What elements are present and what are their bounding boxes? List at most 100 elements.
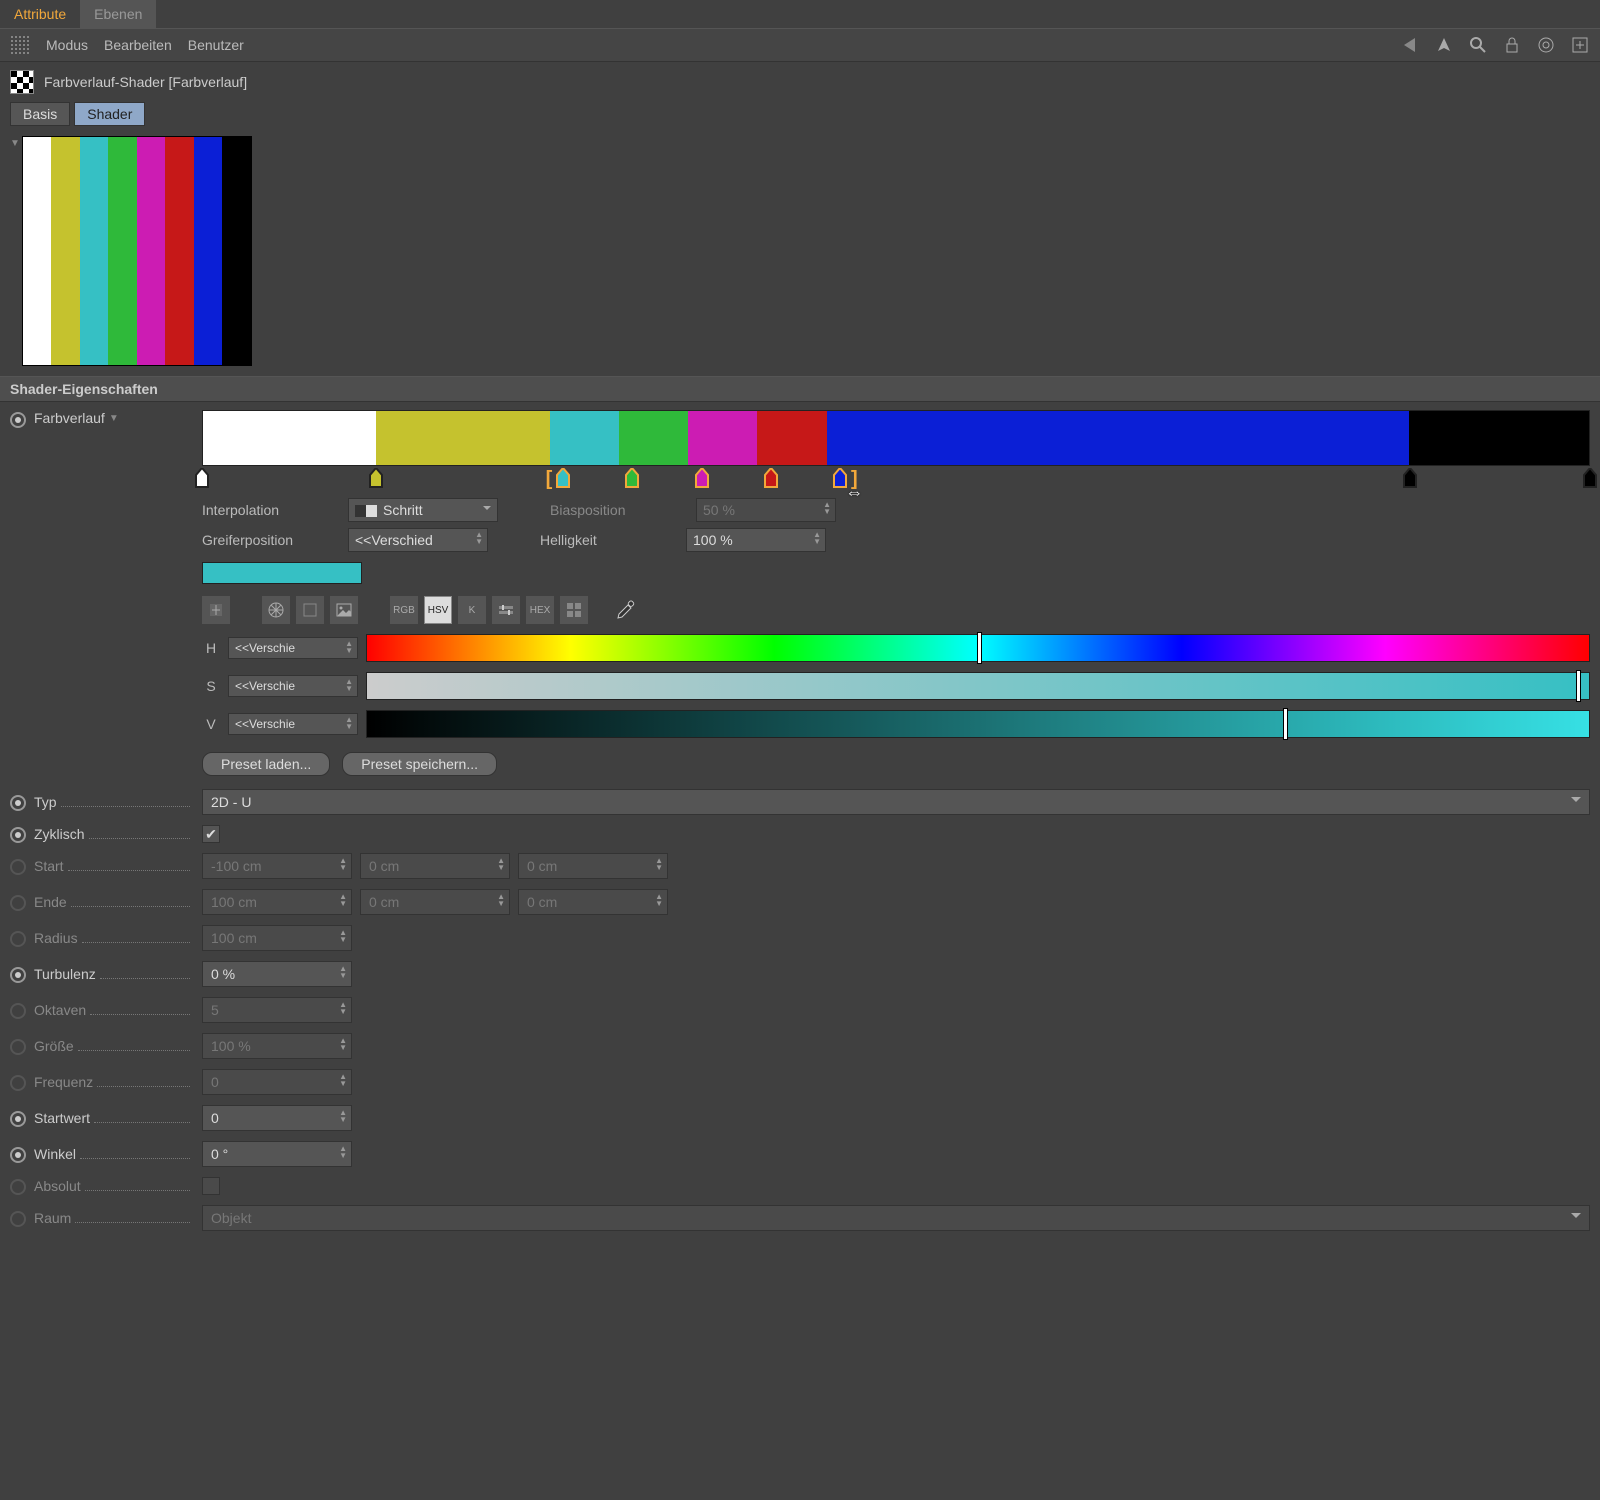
label-frequenz: Frequenz (34, 1074, 93, 1090)
btn-preset-load[interactable]: Preset laden... (202, 752, 330, 776)
label-zyklisch: Zyklisch (34, 826, 85, 842)
field-ende-x: 100 cm▲▼ (202, 889, 352, 915)
label-absolut: Absolut (34, 1178, 81, 1194)
slider-v[interactable] (366, 710, 1590, 738)
label-h: H (202, 640, 220, 656)
label-start: Start (34, 858, 64, 874)
dropdown-interpolation[interactable]: Schritt (348, 498, 498, 522)
anim-dot-absolut (10, 1179, 26, 1195)
check-absolut (202, 1177, 220, 1195)
gradient-knot[interactable] (369, 468, 383, 488)
anim-dot-typ[interactable] (10, 795, 26, 811)
disclosure-icon[interactable]: ▼ (10, 138, 20, 149)
search-icon[interactable] (1468, 35, 1488, 55)
field-biasposition: 50 %▲▼ (696, 498, 836, 522)
tab-attribute[interactable]: Attribute (0, 0, 80, 28)
tab-ebenen[interactable]: Ebenen (80, 0, 156, 28)
gradient-knot[interactable] (556, 468, 570, 488)
gradient-knot[interactable] (195, 468, 209, 488)
field-start-y: 0 cm▲▼ (360, 853, 510, 879)
field-winkel[interactable]: 0 °▲▼ (202, 1141, 352, 1167)
label-startwert: Startwert (34, 1110, 90, 1126)
mode-btn-mixer[interactable] (492, 596, 520, 624)
nav-up-icon[interactable] (1434, 35, 1454, 55)
anim-dot-startwert[interactable] (10, 1111, 26, 1127)
slider-s[interactable] (366, 672, 1590, 700)
field-oktaven: 5▲▼ (202, 997, 352, 1023)
label-radius: Radius (34, 930, 78, 946)
subtab-basis[interactable]: Basis (10, 102, 70, 126)
object-title: Farbverlauf-Shader [Farbverlauf] (44, 74, 247, 90)
param-list: Typ 2D - U Zyklisch ✔ Start -100 cm▲▼ 0 … (10, 784, 1590, 1236)
label-turbulenz: Turbulenz (34, 966, 96, 982)
field-groesse: 100 %▲▼ (202, 1033, 352, 1059)
menu-bearbeiten[interactable]: Bearbeiten (104, 37, 172, 53)
dropdown-raum: Objekt (202, 1205, 1590, 1231)
field-ende-y: 0 cm▲▼ (360, 889, 510, 915)
gradient-knot[interactable] (764, 468, 778, 488)
gradient-knot[interactable] (695, 468, 709, 488)
mode-btn-image[interactable] (330, 596, 358, 624)
menu-benutzer[interactable]: Benutzer (188, 37, 244, 53)
anim-dot-zyklisch[interactable] (10, 827, 26, 843)
mode-btn-hex[interactable]: HEX (526, 596, 554, 624)
subtabs: Basis Shader (0, 102, 1600, 132)
mode-btn-k[interactable]: K (458, 596, 486, 624)
gradient-knot[interactable] (625, 468, 639, 488)
field-v[interactable]: <<Verschie▲▼ (228, 713, 358, 735)
toolbar: Modus Bearbeiten Benutzer (0, 29, 1600, 62)
field-start-z: 0 cm▲▼ (518, 853, 668, 879)
anim-dot-radius (10, 931, 26, 947)
field-frequenz: 0▲▼ (202, 1069, 352, 1095)
label-s: S (202, 678, 220, 694)
mode-btn-swatches[interactable] (560, 596, 588, 624)
anim-dot-winkel[interactable] (10, 1147, 26, 1163)
label-typ: Typ (34, 794, 57, 810)
slider-h[interactable] (366, 634, 1590, 662)
label-biasposition: Biasposition (550, 502, 680, 518)
eyedropper-icon[interactable] (614, 598, 638, 622)
nav-back-icon[interactable] (1400, 35, 1420, 55)
field-startwert[interactable]: 0▲▼ (202, 1105, 352, 1131)
dropdown-typ[interactable]: 2D - U (202, 789, 1590, 815)
subtab-shader[interactable]: Shader (74, 102, 145, 126)
grid-icon[interactable] (10, 35, 30, 55)
mode-btn-rgb[interactable]: RGB (390, 596, 418, 624)
field-h[interactable]: <<Verschie▲▼ (228, 637, 358, 659)
add-panel-icon[interactable] (1570, 35, 1590, 55)
anim-dot-start (10, 859, 26, 875)
mode-btn-hsv[interactable]: HSV (424, 596, 452, 624)
lock-icon[interactable] (1502, 35, 1522, 55)
field-s[interactable]: <<Verschie▲▼ (228, 675, 358, 697)
gradient-knot-track[interactable]: []⇔ (202, 468, 1590, 492)
preview-row: ▼ (0, 132, 1600, 376)
mode-btn-1[interactable] (202, 596, 230, 624)
gradient-knot[interactable] (1583, 468, 1597, 488)
anim-dot-farbverlauf[interactable] (10, 412, 26, 428)
field-greiferposition[interactable]: <<Verschied▲▼ (348, 528, 488, 552)
gradient-bar[interactable] (202, 410, 1590, 466)
anim-dot-oktaven (10, 1003, 26, 1019)
label-groesse: Größe (34, 1038, 74, 1054)
field-start-x: -100 cm▲▼ (202, 853, 352, 879)
field-helligkeit[interactable]: 100 %▲▼ (686, 528, 826, 552)
menu-modus[interactable]: Modus (46, 37, 88, 53)
target-icon[interactable] (1536, 35, 1556, 55)
anim-dot-ende (10, 895, 26, 911)
color-swatch[interactable] (202, 562, 362, 584)
label-raum: Raum (34, 1210, 71, 1226)
field-turbulenz[interactable]: 0 %▲▼ (202, 961, 352, 987)
btn-preset-save[interactable]: Preset speichern... (342, 752, 497, 776)
anim-dot-raum (10, 1211, 26, 1227)
mode-btn-square[interactable] (296, 596, 324, 624)
check-zyklisch[interactable]: ✔ (202, 825, 220, 843)
gradient-knot[interactable] (1403, 468, 1417, 488)
label-helligkeit: Helligkeit (540, 532, 670, 548)
label-v: V (202, 716, 220, 732)
color-mode-row: RGB HSV K HEX (202, 596, 1590, 624)
field-ende-z: 0 cm▲▼ (518, 889, 668, 915)
shader-thumbnail-icon (10, 70, 34, 94)
mode-btn-wheel[interactable] (262, 596, 290, 624)
shader-preview[interactable] (22, 136, 252, 366)
anim-dot-turbulenz[interactable] (10, 967, 26, 983)
